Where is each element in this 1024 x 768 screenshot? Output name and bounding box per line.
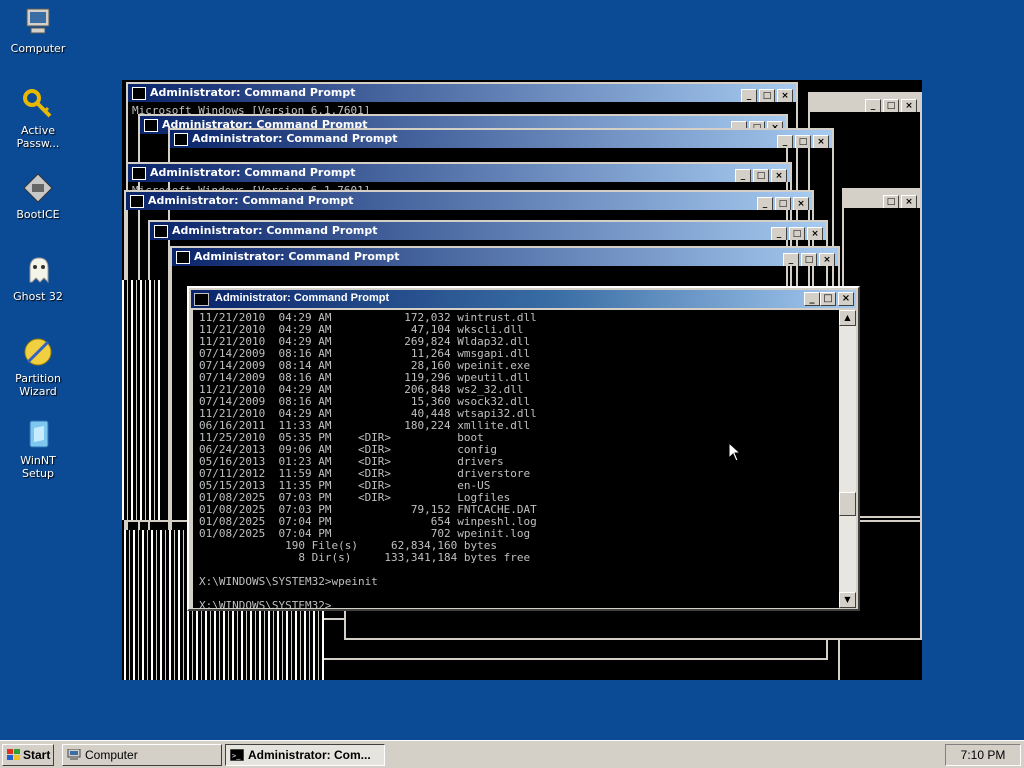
redraw-stripes [122, 280, 162, 520]
mouse-pointer-icon [728, 442, 742, 462]
desktop-icon-active-password[interactable]: Active Passw... [4, 88, 72, 150]
start-label: Start [23, 748, 51, 762]
desktop-icon-computer[interactable]: Computer [4, 6, 72, 55]
taskbar: Start Computer >_ Administrator: Com... … [0, 740, 1024, 768]
minimize-button[interactable]: _ [804, 292, 820, 306]
scroll-down-button[interactable]: ▼ [839, 592, 856, 608]
taskbar-item-label: Administrator: Com... [248, 748, 371, 762]
bootice-icon [22, 172, 54, 204]
desktop-icon-label: Ghost 32 [13, 290, 63, 303]
console-output[interactable]: 11/21/2010 04:29 AM 172,032 wintrust.dll… [193, 310, 839, 608]
taskbar-item-label: Computer [85, 748, 138, 762]
taskbar-item-command-prompt[interactable]: >_ Administrator: Com... [225, 744, 385, 766]
desktop-icon-bootice[interactable]: BootICE [4, 172, 72, 221]
vertical-scrollbar[interactable]: ▲ ▼ [839, 310, 856, 608]
winnt-setup-icon [22, 418, 54, 450]
computer-icon [22, 6, 54, 38]
start-button[interactable]: Start [2, 744, 54, 766]
svg-text:>_: >_ [232, 752, 241, 760]
scroll-thumb[interactable] [839, 492, 856, 516]
window-title: Administrator: Command Prompt [215, 292, 390, 304]
desktop-icon-partition-wizard[interactable]: Partition Wizard [4, 336, 72, 398]
partition-wizard-icon [22, 336, 54, 368]
desktop-icon-label: BootICE [16, 208, 60, 221]
console-icon: >_ [230, 749, 244, 761]
window-titlebar[interactable]: Administrator: Command Prompt _ □ × [191, 290, 856, 308]
ghost-icon [22, 254, 54, 286]
taskbar-item-computer[interactable]: Computer [62, 744, 222, 766]
windows-logo-icon [7, 749, 20, 760]
desktop-icon-ghost[interactable]: Ghost 32 [4, 254, 72, 303]
console-text: 11/21/2010 04:29 AM 172,032 wintrust.dll… [199, 311, 537, 609]
desktop-icon-label: WinNT Setup [20, 454, 56, 480]
scroll-up-button[interactable]: ▲ [839, 310, 856, 326]
key-icon [22, 88, 54, 120]
command-prompt-window[interactable]: Administrator: Command Prompt _ □ × 11/2… [187, 286, 860, 611]
close-button[interactable]: × [838, 292, 854, 306]
ghost-titlebar: Administrator: Command Prompt _ □ × [128, 84, 796, 102]
desktop-icon-winnt-setup[interactable]: WinNT Setup [4, 418, 72, 480]
system-tray-clock[interactable]: 7:10 PM [945, 744, 1021, 766]
desktop-icon-label: Active Passw... [16, 124, 60, 150]
desktop-icon-label: Partition Wizard [15, 372, 61, 398]
maximize-button[interactable]: □ [820, 292, 836, 306]
console-icon [194, 293, 209, 306]
desktop-icon-label: Computer [10, 42, 66, 55]
computer-icon [67, 749, 81, 760]
